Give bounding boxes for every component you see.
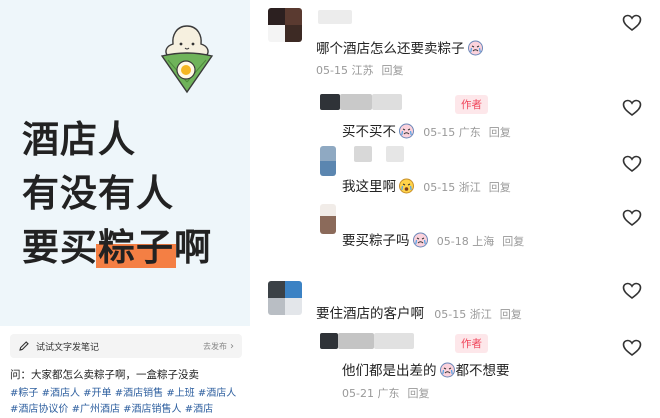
cover-line-1: 酒店人 xyxy=(22,118,136,161)
cover-highlight: 粽子 xyxy=(96,226,176,270)
reply-button[interactable]: 回复 xyxy=(381,64,403,77)
crying-emoji-icon xyxy=(439,362,455,378)
tag-link[interactable]: #开单 xyxy=(83,388,111,399)
comment-text-content: 哪个酒店怎么还要卖粽子 xyxy=(316,41,465,57)
comment-text-before: 他们都是出差的 xyxy=(342,363,437,379)
tag-link[interactable]: #上班 xyxy=(166,388,194,399)
redacted-username xyxy=(372,94,402,110)
comments-panel: 哪个酒店怎么还要卖粽子 05-15 江苏 回复 作者 买不买不 05-15 广东回… xyxy=(250,0,660,418)
comment-date: 05-18 xyxy=(436,235,469,248)
commenter-avatar[interactable] xyxy=(268,8,302,42)
publish-link[interactable]: 去发布 xyxy=(203,341,227,352)
heart-outline-icon[interactable] xyxy=(622,339,642,357)
post-tags: #粽子 #酒店人 #开单 #酒店销售 #上班 #酒店人 #酒店协议价 #广州酒店… xyxy=(10,386,248,418)
tag-link[interactable]: #酒店协议价 xyxy=(10,404,68,415)
tag-link[interactable]: #酒店销售人 xyxy=(123,404,181,415)
redacted-avatar xyxy=(320,94,340,110)
tag-link[interactable]: #广州酒店 xyxy=(72,404,120,415)
comment-location: 浙江 xyxy=(469,308,492,321)
comment-meta: 05-15 浙江 回复 xyxy=(423,181,510,194)
author-badge: 作者 xyxy=(455,95,488,114)
comment-meta: 05-15 江苏 回复 xyxy=(316,62,403,78)
redacted-username xyxy=(374,333,414,349)
comment-location: 上海 xyxy=(472,235,495,248)
reply-button[interactable]: 回复 xyxy=(489,126,511,139)
tag-link[interactable]: #酒店 xyxy=(185,404,213,415)
commenter-avatar[interactable] xyxy=(320,146,336,176)
tag-link[interactable]: #酒店销售 xyxy=(115,388,163,399)
post-cover-image[interactable]: 酒店人 有没有人 要买粽子啊 xyxy=(0,0,250,326)
tag-link[interactable]: #酒店人 xyxy=(42,388,80,399)
draft-label: 试试文字发笔记 xyxy=(36,342,100,353)
heart-outline-icon[interactable] xyxy=(622,155,642,173)
reply-button[interactable]: 回复 xyxy=(489,181,511,194)
reply-button[interactable]: 回复 xyxy=(502,235,524,248)
tag-link[interactable]: #酒店人 xyxy=(198,388,236,399)
comment-text: 要住酒店的客户啊 05-15 浙江 回复 xyxy=(316,302,522,322)
commenter-avatar[interactable] xyxy=(268,281,302,315)
redacted-username xyxy=(338,333,374,349)
comment-text: 我这里啊 05-15 浙江 回复 xyxy=(342,175,511,195)
crying-emoji-icon xyxy=(399,178,414,194)
reply-button[interactable]: 回复 xyxy=(407,387,429,400)
post-panel: 酒店人 有没有人 要买粽子啊 试试文字发笔记 去发布 › 问：大家都怎么卖粽子啊… xyxy=(0,0,250,418)
author-badge: 作者 xyxy=(455,334,488,353)
comment-text: 要买粽子吗 05-18 上海 回复 xyxy=(342,229,524,249)
cover-line-3-start: 要买 xyxy=(22,226,98,269)
comment-date: 05-15 xyxy=(316,64,348,77)
comment-text: 买不买不 05-15 广东 回复 xyxy=(342,120,511,140)
redacted-username xyxy=(340,94,372,110)
crying-emoji-icon xyxy=(399,123,414,139)
post-question-text: 问：大家都怎么卖粽子啊，一盒粽子没卖 xyxy=(10,369,199,381)
redacted-username xyxy=(318,10,352,24)
comment-location: 广东 xyxy=(377,387,400,400)
comment-meta: 05-15 广东 回复 xyxy=(423,126,510,139)
chevron-right-icon: › xyxy=(230,340,234,352)
comment-text-content: 要买粽子吗 xyxy=(342,233,410,249)
cover-highlight-text: 粽子 xyxy=(98,226,174,269)
heart-outline-icon[interactable] xyxy=(622,99,642,117)
comment-text-content: 要住酒店的客户啊 xyxy=(316,306,424,322)
redacted-username xyxy=(354,146,372,162)
comment-text: 他们都是出差的 都不想要 xyxy=(342,359,510,379)
crying-emoji-icon xyxy=(412,232,428,248)
zongzi-mascot-icon xyxy=(160,25,214,94)
comment-location: 江苏 xyxy=(351,64,374,77)
pencil-icon xyxy=(19,341,29,351)
comment-meta: 05-21 广东 回复 xyxy=(342,385,429,401)
comment-text: 哪个酒店怎么还要卖粽子 xyxy=(316,37,484,57)
heart-outline-icon[interactable] xyxy=(622,209,642,227)
crying-emoji-icon xyxy=(467,40,483,56)
comment-meta: 05-15 浙江 回复 xyxy=(434,308,521,321)
cover-line-2: 有没有人 xyxy=(22,172,174,215)
comment-text-content: 买不买不 xyxy=(342,124,396,140)
reply-button[interactable]: 回复 xyxy=(500,308,522,321)
comment-location: 广东 xyxy=(458,126,481,139)
comment-meta: 05-18 上海 回复 xyxy=(437,235,524,248)
try-text-note-bar[interactable]: 试试文字发笔记 去发布 › xyxy=(10,334,242,358)
redacted-username xyxy=(386,146,404,162)
comment-date: 05-21 xyxy=(342,387,374,400)
comment-text-after: 都不想要 xyxy=(455,363,510,379)
heart-outline-icon[interactable] xyxy=(622,282,642,300)
cover-line-3-end: 啊 xyxy=(174,226,212,269)
comment-date: 05-15 xyxy=(423,126,456,139)
commenter-avatar[interactable] xyxy=(320,204,336,234)
cover-line-3: 要买粽子啊 xyxy=(22,226,212,270)
tag-link[interactable]: #粽子 xyxy=(10,388,38,399)
heart-outline-icon[interactable] xyxy=(622,14,642,32)
comment-text-content: 我这里啊 xyxy=(342,179,396,195)
redacted-avatar xyxy=(320,333,338,349)
comment-date: 05-15 xyxy=(434,308,467,321)
comment-date: 05-15 xyxy=(423,181,456,194)
comment-location: 浙江 xyxy=(458,181,481,194)
